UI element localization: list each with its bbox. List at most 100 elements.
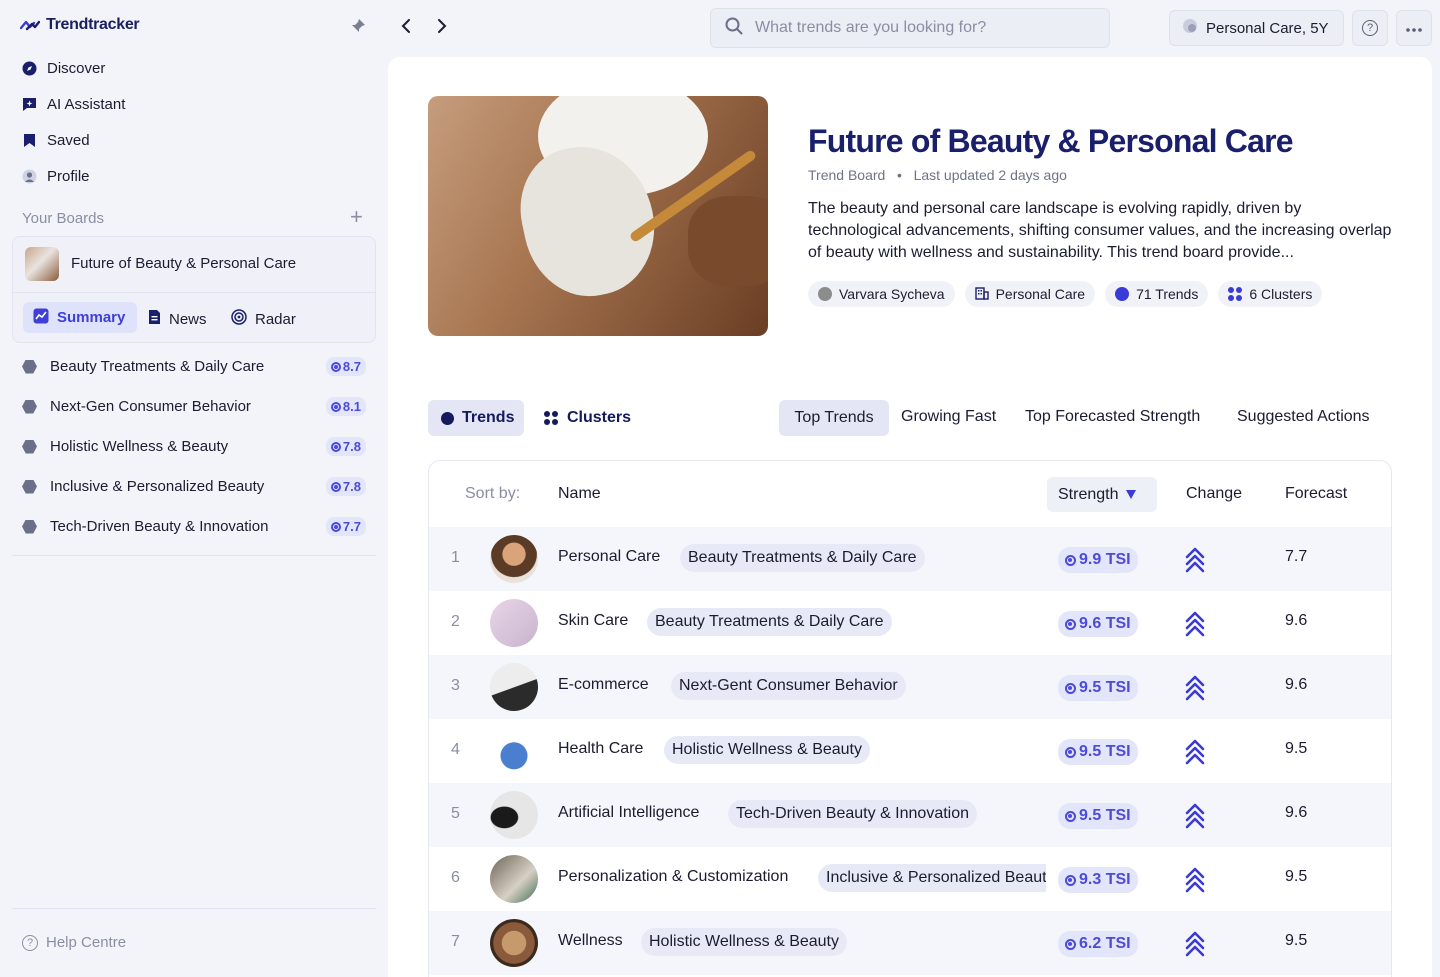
forecast-value: 7.7 <box>1285 548 1308 565</box>
boards-heading: Your Boards <box>22 210 105 227</box>
pin-sidebar-icon[interactable] <box>350 18 366 37</box>
more-options-button[interactable] <box>1396 10 1432 46</box>
forward-arrow-icon[interactable] <box>436 17 448 40</box>
tsi-value: 6.2 TSI <box>1079 935 1131 952</box>
cluster-score: 7.7 <box>342 519 361 534</box>
cluster-score: 7.8 <box>342 439 361 454</box>
filter-tab-suggested-actions[interactable]: Suggested Actions <box>1237 408 1370 426</box>
tsi-value: 9.5 TSI <box>1079 743 1131 760</box>
sidebar-divider <box>12 555 376 556</box>
cluster-score: 8.1 <box>342 399 361 414</box>
table-row[interactable]: 2 Skin Care Beauty Treatments & Daily Ca… <box>429 591 1391 655</box>
target-icon <box>1065 554 1076 566</box>
cluster-label: Next-Gen Consumer Behavior <box>50 398 251 415</box>
row-rank: 3 <box>451 677 460 694</box>
trend-name: Personalization & Customization <box>558 868 789 885</box>
target-icon <box>1065 682 1076 694</box>
filter-tab-top-trends[interactable]: Top Trends <box>779 400 889 436</box>
back-arrow-icon[interactable] <box>400 17 412 40</box>
add-board-icon[interactable]: + <box>350 206 363 228</box>
hexagon-icon <box>22 519 37 534</box>
document-icon <box>148 309 161 329</box>
tsi-badge: 6.2 TSI <box>1058 931 1138 957</box>
sidebar-cluster-item[interactable]: Beauty Treatments & Daily Care 8.7 <box>22 357 366 376</box>
active-board-card[interactable]: Future of Beauty & Personal Care Summary… <box>12 236 376 343</box>
row-rank: 7 <box>451 933 460 950</box>
clusters-grid-icon <box>1228 287 1243 301</box>
cluster-label: Beauty Treatments & Daily Care <box>50 358 265 375</box>
clusters-grid-icon <box>544 411 558 425</box>
filter-tab-growing-fast[interactable]: Growing Fast <box>901 408 996 426</box>
column-strength-label: Strength <box>1058 485 1119 503</box>
target-icon <box>1065 746 1076 758</box>
view-tab-clusters[interactable]: Clusters <box>544 409 631 427</box>
help-button[interactable]: ? <box>1352 10 1388 46</box>
nav-saved[interactable]: Saved <box>22 132 90 149</box>
nav-profile-label: Profile <box>47 168 90 185</box>
board-hero-image <box>428 96 768 336</box>
table-row[interactable]: 6 Personalization & Customization Inclus… <box>429 847 1391 911</box>
forecast-value: 9.6 <box>1285 676 1308 693</box>
tsi-badge: 9.6 TSI <box>1058 611 1138 637</box>
forecast-value: 9.6 <box>1285 612 1308 629</box>
trends-count-chip[interactable]: 71 Trends <box>1105 281 1209 307</box>
cluster-tag[interactable]: Inclusive & Personalized Beauty <box>818 864 1046 892</box>
cluster-tag[interactable]: Beauty Treatments & Daily Care <box>647 608 892 636</box>
clusters-count-chip[interactable]: 6 Clusters <box>1218 281 1323 307</box>
cluster-tag[interactable]: Next-Gent Consumer Behavior <box>671 672 906 700</box>
tab-news[interactable]: News <box>148 309 207 329</box>
filter-tab-top-forecasted[interactable]: Top Forecasted Strength <box>1025 408 1200 426</box>
cluster-tag[interactable]: Beauty Treatments & Daily Care <box>680 544 925 572</box>
column-change[interactable]: Change <box>1186 485 1242 503</box>
trend-dot-icon <box>1115 287 1130 301</box>
column-strength-sort[interactable]: Strength <box>1047 477 1157 512</box>
board-thumbnail <box>25 247 59 281</box>
cluster-score: 7.8 <box>342 479 361 494</box>
building-icon <box>974 286 989 303</box>
search-input[interactable] <box>755 19 1095 37</box>
more-dots-icon <box>1406 19 1422 37</box>
hexagon-icon <box>22 439 37 454</box>
target-icon <box>330 361 341 372</box>
table-row[interactable]: 7 Wellness Holistic Wellness & Beauty 6.… <box>429 911 1391 975</box>
cluster-tag[interactable]: Holistic Wellness & Beauty <box>664 736 870 764</box>
cluster-tag[interactable]: Holistic Wellness & Beauty <box>641 928 847 956</box>
summary-icon <box>33 308 49 328</box>
app-logo[interactable]: Trendtracker <box>20 16 140 34</box>
cluster-score-badge: 7.8 <box>325 437 366 456</box>
hexagon-icon <box>22 399 37 414</box>
tab-summary[interactable]: Summary <box>23 302 137 333</box>
table-row[interactable]: 3 E-commerce Next-Gent Consumer Behavior… <box>429 655 1391 719</box>
tsi-value: 9.9 TSI <box>1079 551 1131 568</box>
nav-discover[interactable]: Discover <box>22 60 105 77</box>
row-rank: 6 <box>451 869 460 886</box>
view-tab-clusters-label: Clusters <box>567 409 632 426</box>
table-row[interactable]: 1 Personal Care Beauty Treatments & Dail… <box>429 527 1391 591</box>
cluster-score-badge: 7.8 <box>325 477 366 496</box>
column-forecast[interactable]: Forecast <box>1285 485 1347 503</box>
table-row[interactable]: 5 Artificial Intelligence Tech-Driven Be… <box>429 783 1391 847</box>
nav-ai-assistant[interactable]: AI Assistant <box>22 96 125 113</box>
industry-chip[interactable]: Personal Care <box>964 281 1096 307</box>
author-chip[interactable]: Varvara Sycheva <box>808 281 955 307</box>
nav-ai-assistant-label: AI Assistant <box>47 96 126 113</box>
view-tab-trends[interactable]: Trends <box>428 400 524 436</box>
sidebar-divider <box>12 908 376 909</box>
sidebar-cluster-item[interactable]: Inclusive & Personalized Beauty 7.8 <box>22 477 366 496</box>
sidebar-cluster-item[interactable]: Next-Gen Consumer Behavior 8.1 <box>22 397 366 416</box>
nav-profile[interactable]: Profile <box>22 168 90 185</box>
table-row[interactable]: 4 Health Care Holistic Wellness & Beauty… <box>429 719 1391 783</box>
cluster-tag[interactable]: Tech-Driven Beauty & Innovation <box>728 800 978 828</box>
help-centre-link[interactable]: ? Help Centre <box>22 934 126 951</box>
scope-selector[interactable]: Personal Care, 5Y <box>1169 10 1344 46</box>
sidebar-cluster-item[interactable]: Tech-Driven Beauty & Innovation 7.7 <box>22 517 366 536</box>
strong-growth-icon <box>1185 547 1205 573</box>
forecast-value: 9.5 <box>1285 740 1308 757</box>
tsi-value: 9.5 TSI <box>1079 807 1131 824</box>
tab-radar[interactable]: Radar <box>231 309 296 329</box>
column-name[interactable]: Name <box>558 485 601 503</box>
sidebar-cluster-item[interactable]: Holistic Wellness & Beauty 7.8 <box>22 437 366 456</box>
tsi-badge: 9.5 TSI <box>1058 739 1138 765</box>
search-bar[interactable] <box>710 8 1110 48</box>
trend-dot-icon <box>441 411 454 425</box>
